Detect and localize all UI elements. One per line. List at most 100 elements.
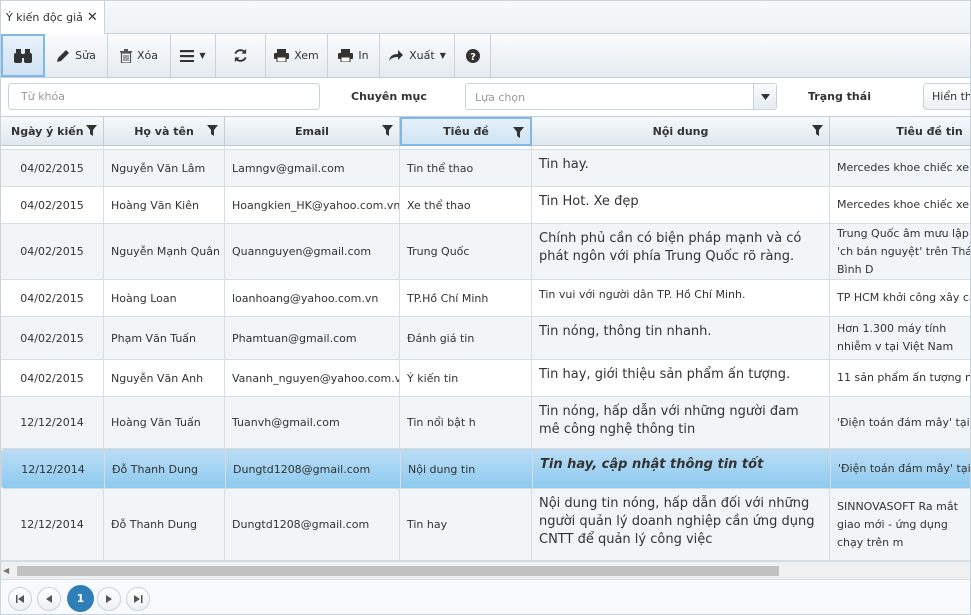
- cell-date: 04/02/2015: [1, 187, 104, 223]
- keyword-input[interactable]: Từ khóa: [8, 83, 320, 110]
- column-label: Tiêu đề: [443, 125, 489, 138]
- cell-name: Đỗ Thanh Dung: [104, 489, 225, 560]
- horizontal-scrollbar[interactable]: ◀: [1, 561, 970, 579]
- search-button[interactable]: [1, 34, 45, 77]
- table-row[interactable]: 04/02/2015 Phạm Văn Tuấn Phamtuan@gmail.…: [1, 317, 970, 360]
- menu-button[interactable]: ▼: [171, 34, 216, 77]
- cell-content: Tin hay.: [532, 150, 830, 186]
- cell-news-title: Hơn 1.300 máy tính nhiễm v tại Việt Nam: [830, 317, 970, 359]
- edit-label: Sửa: [75, 49, 96, 62]
- cell-date: 04/02/2015: [1, 317, 104, 359]
- prev-page-button[interactable]: [37, 587, 61, 611]
- table-row[interactable]: 12/12/2014 Đỗ Thanh Dung Dungtd1208@gmai…: [1, 489, 970, 561]
- cell-date: 12/12/2014: [1, 397, 104, 448]
- grid-body: 04/02/2015 Nguyễn Văn Lâm Lamngv@gmail.c…: [1, 146, 970, 561]
- category-placeholder: Lựa chọn: [475, 91, 526, 104]
- cell-title: Trung Quốc: [400, 224, 532, 279]
- pager: 1: [1, 579, 970, 614]
- cell-name: Nguyễn Mạnh Quân: [104, 224, 225, 279]
- pencil-icon: [57, 49, 70, 62]
- toolbar: Sửa Xóa ▼ Xem In Xuất ▼ ?: [1, 34, 970, 78]
- cell-email: Dungtd1208@gmail.com: [225, 489, 400, 560]
- next-page-button[interactable]: [97, 587, 121, 611]
- table-row-selected[interactable]: 12/12/2014 Đỗ Thanh Dung Dungtd1208@gmai…: [1, 449, 970, 489]
- cell-news-title: TP HCM khởi công xây cầu: [830, 280, 970, 316]
- cell-name: Hoàng Loan: [104, 280, 225, 316]
- delete-label: Xóa: [136, 49, 158, 62]
- table-row[interactable]: 04/02/2015 Hoàng Loan loanhoang@yahoo.co…: [1, 280, 970, 317]
- chevron-down-icon: ▼: [439, 51, 446, 60]
- cell-content: Tin vui với người dân TP. Hồ Chí Minh.: [532, 280, 830, 316]
- table-row[interactable]: 04/02/2015 Hoàng Văn Kiên Hoangkien_HK@y…: [1, 187, 970, 224]
- table-row[interactable]: 04/02/2015 Nguyễn Văn Lâm Lamngv@gmail.c…: [1, 150, 970, 187]
- cell-email: Lamngv@gmail.com: [225, 150, 400, 186]
- cell-title: Tin thể thao: [400, 150, 532, 186]
- first-page-icon: [15, 595, 24, 603]
- scroll-left-arrow-icon[interactable]: ◀: [3, 566, 9, 575]
- close-icon[interactable]: ✕: [87, 10, 98, 25]
- column-header-content[interactable]: Nội dung: [532, 117, 830, 146]
- refresh-button[interactable]: [216, 34, 266, 77]
- cell-email: Dungtd1208@gmail.com: [226, 450, 401, 488]
- tab-reader-feedback[interactable]: Ý kiến độc giả ✕: [1, 1, 105, 34]
- view-button[interactable]: Xem: [266, 34, 328, 77]
- filter-bar: Từ khóa Chuyên mục Lựa chọn Trạng thái H…: [1, 78, 970, 116]
- first-page-button[interactable]: [8, 587, 32, 611]
- category-select[interactable]: Lựa chọn: [465, 83, 777, 110]
- cell-name: Hoàng Văn Tuấn: [104, 397, 225, 448]
- column-label: Ngày ý kiến: [11, 125, 84, 138]
- last-page-button[interactable]: [126, 587, 150, 611]
- delete-button[interactable]: Xóa: [108, 34, 171, 77]
- column-header-title[interactable]: Tiêu đề: [400, 117, 532, 146]
- view-label: Xem: [294, 49, 319, 62]
- column-label: Tiêu đề tin: [896, 125, 963, 138]
- grid-header: Ngày ý kiến Họ và tên Email Tiêu đề Nội …: [1, 116, 970, 146]
- current-page[interactable]: 1: [67, 585, 94, 612]
- cell-name: Đỗ Thanh Dung: [105, 450, 226, 488]
- help-icon: ?: [465, 48, 480, 63]
- next-page-icon: [106, 595, 112, 603]
- cell-content: Chính phủ cần có biện pháp mạnh và có ph…: [532, 224, 830, 279]
- cell-title: Ý kiến tin: [400, 360, 532, 396]
- cell-news-title: SINNOVASOFT Ra mắt giao mới - ứng dụng c…: [830, 489, 970, 560]
- cell-news-title: 'Điện toán đám mây' tại Việt: [830, 397, 970, 448]
- cell-content: Nội dung tin nóng, hấp dẫn đối với những…: [532, 489, 830, 560]
- column-header-name[interactable]: Họ và tên: [104, 117, 225, 146]
- prev-page-icon: [46, 595, 52, 603]
- chevron-down-icon[interactable]: [753, 84, 776, 109]
- cell-email: loanhoang@yahoo.com.vn: [225, 280, 400, 316]
- column-header-date[interactable]: Ngày ý kiến: [1, 117, 104, 146]
- table-row[interactable]: 04/02/2015 Nguyễn Văn Anh Vananh_nguyen@…: [1, 360, 970, 397]
- filter-icon[interactable]: [86, 125, 97, 136]
- cell-content: Tin nóng, thông tin nhanh.: [532, 317, 830, 359]
- cell-news-title: 'Điện toán đám mây' tại Việt: [831, 450, 970, 488]
- status-select[interactable]: Hiển thị: [923, 83, 970, 110]
- print-button[interactable]: In: [328, 34, 380, 77]
- table-row[interactable]: 12/12/2014 Hoàng Văn Tuấn Tuanvh@gmail.c…: [1, 397, 970, 449]
- help-button[interactable]: ?: [455, 34, 491, 77]
- filter-icon[interactable]: [812, 125, 823, 136]
- filter-icon[interactable]: [513, 127, 524, 138]
- trash-icon: [119, 48, 132, 63]
- cell-date: 04/02/2015: [1, 150, 104, 186]
- table-row[interactable]: 04/02/2015 Nguyễn Mạnh Quân Quannguyen@g…: [1, 224, 970, 280]
- cell-email: Tuanvh@gmail.com: [225, 397, 400, 448]
- tab-label: Ý kiến độc giả: [6, 11, 83, 24]
- column-header-email[interactable]: Email: [225, 117, 400, 146]
- scrollbar-thumb[interactable]: [17, 566, 779, 576]
- filter-icon[interactable]: [382, 125, 393, 136]
- edit-button[interactable]: Sửa: [45, 34, 108, 77]
- last-page-icon: [133, 595, 142, 603]
- cell-name: Nguyễn Văn Anh: [104, 360, 225, 396]
- column-label: Nội dung: [652, 125, 709, 138]
- cell-content: Tin hay, giới thiệu sản phẩm ấn tượng.: [532, 360, 830, 396]
- export-button[interactable]: Xuất ▼: [380, 34, 455, 77]
- column-header-news-title[interactable]: Tiêu đề tin: [830, 117, 970, 146]
- share-arrow-icon: [389, 50, 404, 61]
- cell-title: Tin nổi bật h: [400, 397, 532, 448]
- cell-email: Hoangkien_HK@yahoo.com.vn: [225, 187, 400, 223]
- export-label: Xuất: [409, 49, 435, 62]
- cell-news-title: Mercedes khoe chiếc xe F1: [830, 150, 970, 186]
- refresh-icon: [234, 48, 247, 63]
- filter-icon[interactable]: [207, 125, 218, 136]
